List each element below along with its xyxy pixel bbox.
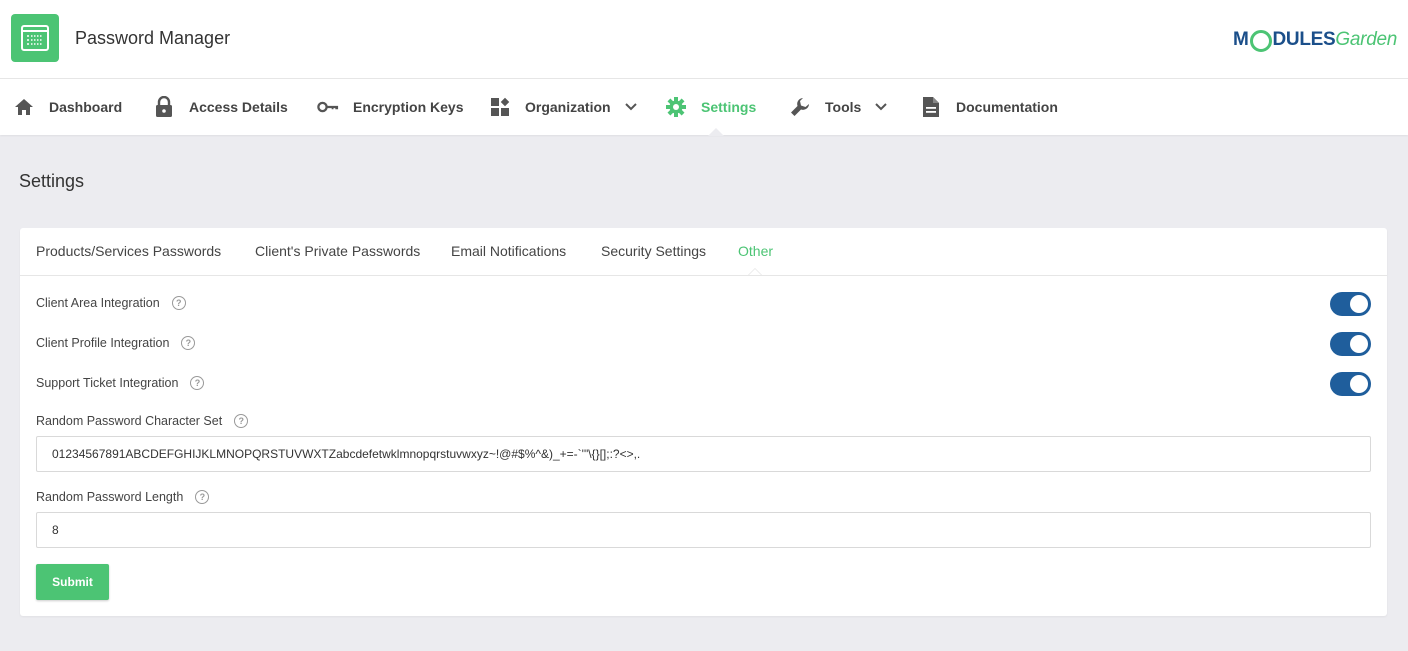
tab-email-notifications[interactable]: Email Notifications xyxy=(451,243,566,259)
nav-item-settings[interactable]: Settings xyxy=(665,79,756,135)
nav-item-tools[interactable]: Tools xyxy=(789,79,889,135)
charset-input[interactable] xyxy=(36,436,1371,472)
tab-clients-private-passwords[interactable]: Client's Private Passwords xyxy=(255,243,420,259)
help-icon[interactable]: ? xyxy=(171,296,186,310)
client-profile-integration-row: Client Profile Integration ? xyxy=(36,336,196,350)
length-label: Random Password Length xyxy=(36,490,184,504)
nav-label: Settings xyxy=(701,99,757,115)
submit-button[interactable]: Submit xyxy=(36,564,109,600)
wrench-icon xyxy=(789,96,811,118)
nav-item-encryption-keys[interactable]: Encryption Keys xyxy=(317,79,463,135)
brand-text-part3: Garden xyxy=(1335,29,1397,50)
nav-label: Encryption Keys xyxy=(353,99,464,115)
tab-security-settings[interactable]: Security Settings xyxy=(601,243,706,259)
document-icon xyxy=(920,96,942,118)
app-title: Password Manager xyxy=(75,28,231,48)
tab-products-services-passwords[interactable]: Products/Services Passwords xyxy=(36,243,221,259)
chevron-down-icon xyxy=(875,100,889,114)
app-logo-icon xyxy=(11,14,59,62)
brand-text-part1: M xyxy=(1232,29,1249,50)
settings-card: Products/Services Passwords Client's Pri… xyxy=(20,228,1387,616)
nav-item-access-details[interactable]: Access Details xyxy=(153,79,288,135)
nav-label: Tools xyxy=(825,99,862,115)
chevron-down-icon xyxy=(624,100,639,114)
widgets-icon xyxy=(489,96,511,118)
gear-icon xyxy=(665,96,687,118)
help-icon[interactable]: ? xyxy=(195,490,210,504)
nav-item-dashboard[interactable]: Dashboard xyxy=(13,79,122,135)
client-area-integration-label: Client Area Integration xyxy=(36,296,160,310)
home-icon xyxy=(13,96,35,118)
nav-active-indicator xyxy=(708,128,724,136)
app-header: Password Manager M DULES Garden xyxy=(0,0,1408,79)
globe-icon xyxy=(1249,30,1272,52)
nav-label: Dashboard xyxy=(49,99,123,115)
length-row: Random Password Length ? xyxy=(36,490,210,504)
tab-active-indicator xyxy=(748,268,762,275)
nav-item-organization[interactable]: Organization xyxy=(489,79,639,135)
lock-icon xyxy=(153,96,175,118)
client-area-integration-row: Client Area Integration ? xyxy=(36,296,186,310)
client-profile-integration-label: Client Profile Integration xyxy=(36,336,170,350)
charset-label: Random Password Character Set xyxy=(36,414,223,428)
page-title: Settings xyxy=(19,171,85,191)
charset-row: Random Password Character Set ? xyxy=(36,414,249,428)
main-nav: Dashboard Access Details Encryption Keys… xyxy=(0,79,1408,135)
support-ticket-integration-row: Support Ticket Integration ? xyxy=(36,376,205,390)
nav-label: Access Details xyxy=(189,99,288,115)
key-icon xyxy=(317,96,339,118)
tab-other[interactable]: Other xyxy=(738,243,773,259)
nav-item-documentation[interactable]: Documentation xyxy=(920,79,1058,135)
client-area-integration-toggle[interactable] xyxy=(1330,292,1371,316)
settings-tabs: Products/Services Passwords Client's Pri… xyxy=(20,228,1387,276)
support-ticket-integration-toggle[interactable] xyxy=(1330,372,1371,396)
client-profile-integration-toggle[interactable] xyxy=(1330,332,1371,356)
help-icon[interactable]: ? xyxy=(181,336,196,350)
nav-label: Documentation xyxy=(956,99,1058,115)
help-icon[interactable]: ? xyxy=(234,414,249,428)
length-input[interactable] xyxy=(36,512,1371,548)
brand-logo[interactable]: M DULES Garden xyxy=(1233,26,1397,54)
brand-text-part2: DULES xyxy=(1272,29,1336,50)
support-ticket-integration-label: Support Ticket Integration xyxy=(36,376,179,390)
help-icon[interactable]: ? xyxy=(190,376,205,390)
nav-label: Organization xyxy=(525,99,611,115)
